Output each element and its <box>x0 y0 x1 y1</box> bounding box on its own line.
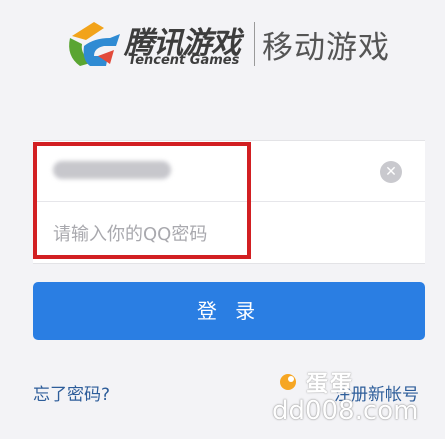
watermark-domain: dd008.com <box>272 396 419 426</box>
tencent-games-logo-icon <box>69 22 120 66</box>
close-circle-icon: ✕ <box>385 164 397 180</box>
login-button[interactable]: 登 录 <box>33 282 425 340</box>
highlight-box <box>33 142 251 259</box>
forgot-password-link[interactable]: 忘了密码? <box>33 380 110 405</box>
header-logo: 腾讯游戏 Tencent Games 移动游戏 <box>64 16 404 74</box>
section-title: 移动游戏 <box>262 30 390 66</box>
header-divider <box>254 22 255 66</box>
watermark-logo-icon <box>280 374 296 390</box>
watermark-text: 蛋蛋 <box>306 372 355 397</box>
brand-name-en: Tencent Games <box>128 53 240 68</box>
clear-account-button[interactable]: ✕ <box>380 161 402 183</box>
